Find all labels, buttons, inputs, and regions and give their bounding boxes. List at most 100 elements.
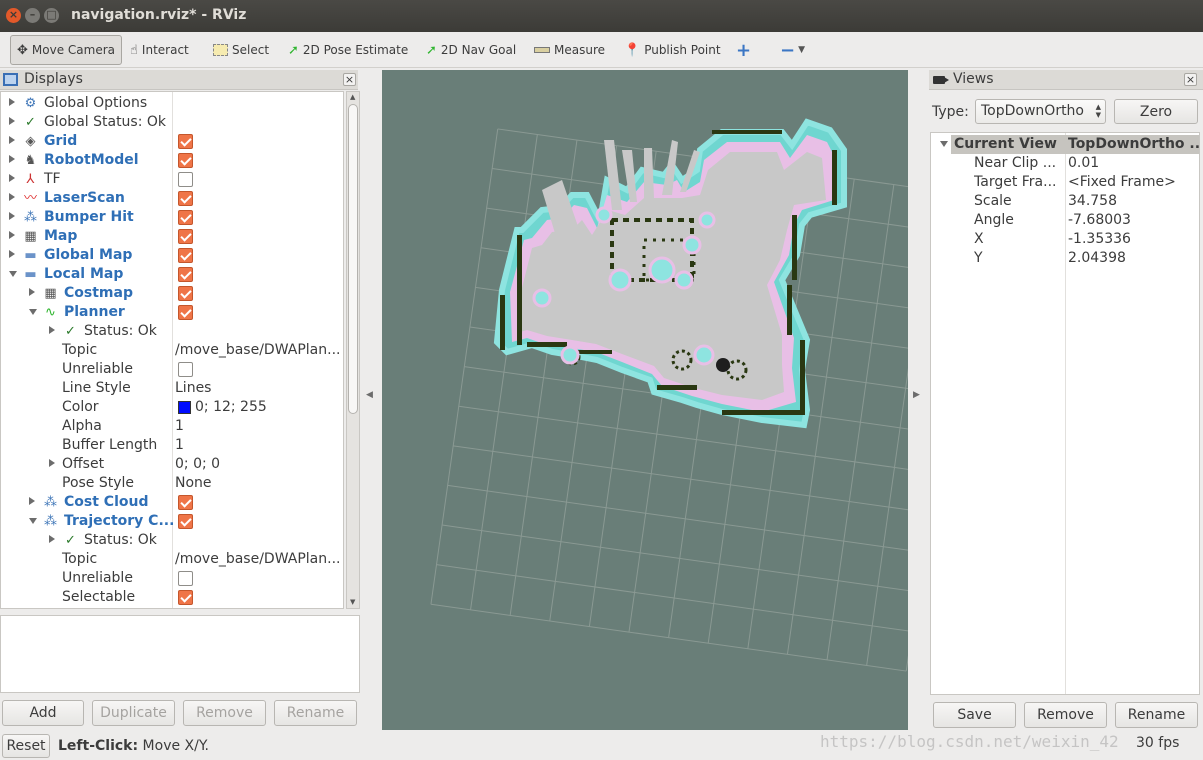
tool-measure[interactable]: Measure [534, 35, 605, 65]
display-row[interactable]: ▦ Map [1, 227, 343, 246]
view-property-row[interactable]: Angle -7.68003 [931, 211, 1199, 230]
tool-2d-nav-goal[interactable]: ➚ 2D Nav Goal [426, 35, 516, 65]
display-row[interactable]: Selectable [1, 588, 343, 607]
collapse-right-icon[interactable]: ▶ [913, 390, 920, 400]
expand-arrow-icon[interactable] [9, 98, 15, 106]
enabled-checkbox[interactable] [178, 514, 193, 529]
display-row[interactable]: ▬ Local Map [1, 265, 343, 284]
view-property-value[interactable]: 0.01 [1068, 154, 1099, 173]
add-tool-button[interactable]: + [736, 35, 751, 65]
display-row[interactable]: ✓ Status: Ok [1, 322, 343, 341]
view-property-row[interactable]: Scale 34.758 [931, 192, 1199, 211]
expand-arrow-icon[interactable] [49, 459, 55, 467]
enabled-checkbox[interactable] [178, 134, 193, 149]
expand-arrow-icon[interactable] [9, 193, 15, 201]
display-row[interactable]: ⅄ TF [1, 170, 343, 189]
enabled-checkbox[interactable] [178, 590, 193, 605]
close-icon[interactable]: × [1184, 73, 1197, 86]
display-row[interactable]: ∿ Planner [1, 303, 343, 322]
enabled-checkbox[interactable] [178, 286, 193, 301]
view-property-value[interactable]: 34.758 [1068, 192, 1117, 211]
enabled-checkbox[interactable] [178, 210, 193, 225]
display-row[interactable]: Buffer Length 1 [1, 436, 343, 455]
view-property-value[interactable]: -7.68003 [1068, 211, 1131, 230]
display-row[interactable]: ▬ Global Map [1, 246, 343, 265]
tool-2d-pose-estimate[interactable]: ➚ 2D Pose Estimate [288, 35, 408, 65]
expand-arrow-icon[interactable] [940, 141, 948, 147]
expand-arrow-icon[interactable] [9, 212, 15, 220]
display-row[interactable]: ⁂ Bumper Hit [1, 208, 343, 227]
rename-view-button[interactable]: Rename [1115, 702, 1198, 728]
display-row[interactable]: ✓ Global Status: Ok [1, 113, 343, 132]
current-view-row[interactable]: Current View TopDownOrtho ... [931, 135, 1199, 154]
expanded-arrow-icon[interactable] [29, 309, 37, 315]
expand-arrow-icon[interactable] [9, 155, 15, 163]
enabled-checkbox[interactable] [178, 191, 193, 206]
display-row[interactable]: ◈ Grid [1, 132, 343, 151]
close-icon[interactable]: × [343, 73, 356, 86]
expanded-arrow-icon[interactable] [9, 271, 17, 277]
enabled-checkbox[interactable] [178, 172, 193, 187]
display-row[interactable]: ⁂ Trajectory C... [1, 512, 343, 531]
duplicate-display-button[interactable]: Duplicate [92, 700, 175, 726]
expand-arrow-icon[interactable] [9, 231, 15, 239]
enabled-checkbox[interactable] [178, 571, 193, 586]
display-row[interactable]: 〰 LaserScan [1, 189, 343, 208]
display-row-value[interactable]: Lines [175, 379, 211, 398]
view-property-value[interactable]: 2.04398 [1068, 249, 1126, 268]
window-minimize-button[interactable]: – [25, 8, 40, 23]
display-row[interactable]: Line Style Lines [1, 379, 343, 398]
display-row[interactable]: Unreliable [1, 569, 343, 588]
enabled-checkbox[interactable] [178, 495, 193, 510]
expand-arrow-icon[interactable] [9, 174, 15, 182]
display-row-value[interactable]: /move_base/DWAPlan... [175, 341, 340, 360]
display-row[interactable]: Offset 0; 0; 0 [1, 455, 343, 474]
view-property-row[interactable]: Target Fra... <Fixed Frame> [931, 173, 1199, 192]
view-property-row[interactable]: X -1.35336 [931, 230, 1199, 249]
zero-button[interactable]: Zero [1114, 99, 1198, 124]
color-swatch[interactable] [178, 401, 191, 414]
scrollbar-thumb[interactable] [348, 104, 358, 414]
enabled-checkbox[interactable] [178, 229, 193, 244]
display-row[interactable]: ✓ Status: Ok [1, 531, 343, 550]
tool-interact[interactable]: ☝ Interact [130, 35, 189, 65]
view-property-row[interactable]: Y 2.04398 [931, 249, 1199, 268]
add-display-button[interactable]: Add [2, 700, 84, 726]
display-row-value[interactable]: 0; 0; 0 [175, 455, 220, 474]
remove-display-button[interactable]: Remove [183, 700, 266, 726]
enabled-checkbox[interactable] [178, 267, 193, 282]
display-row[interactable]: Topic/move_base/DWAPlan... [1, 341, 343, 360]
enabled-checkbox[interactable] [178, 362, 193, 377]
display-row[interactable]: ⚙ Global Options [1, 94, 343, 113]
scroll-down-icon[interactable]: ▼ [350, 598, 355, 606]
display-row-value[interactable]: 0; 12; 255 [195, 398, 267, 417]
remove-tool-button[interactable]: − ▼ [780, 35, 805, 65]
scroll-up-icon[interactable]: ▲ [350, 93, 355, 101]
rename-display-button[interactable]: Rename [274, 700, 357, 726]
window-close-button[interactable]: × [6, 8, 21, 23]
view-property-value[interactable]: <Fixed Frame> [1068, 173, 1176, 192]
tool-select[interactable]: Select [213, 35, 269, 65]
display-row[interactable]: Alpha 1 [1, 417, 343, 436]
display-row[interactable]: ⁂ Cost Cloud [1, 493, 343, 512]
view-property-row[interactable]: Near Clip ... 0.01 [931, 154, 1199, 173]
enabled-checkbox[interactable] [178, 153, 193, 168]
display-row-value[interactable]: 1 [175, 417, 184, 436]
enabled-checkbox[interactable] [178, 248, 193, 263]
display-row[interactable]: Topic/move_base/DWAPlan... [1, 550, 343, 569]
display-row[interactable]: Pose Style None [1, 474, 343, 493]
tool-move-camera[interactable]: ✥ Move Camera [10, 35, 122, 65]
display-row-value[interactable]: 1 [175, 436, 184, 455]
display-row-value[interactable]: /move_base/DWAPlan... [175, 550, 340, 569]
view-property-value[interactable]: -1.35336 [1068, 230, 1131, 249]
render-view[interactable] [382, 70, 908, 730]
collapse-left-icon[interactable]: ◀ [366, 390, 373, 400]
save-view-button[interactable]: Save [933, 702, 1016, 728]
reset-button[interactable]: Reset [2, 734, 50, 758]
display-row[interactable]: ▦ Costmap [1, 284, 343, 303]
expand-arrow-icon[interactable] [9, 117, 15, 125]
display-row[interactable]: Color 0; 12; 255 [1, 398, 343, 417]
display-row[interactable]: ♞ RobotModel [1, 151, 343, 170]
display-row-value[interactable]: None [175, 474, 212, 493]
expand-arrow-icon[interactable] [29, 288, 35, 296]
